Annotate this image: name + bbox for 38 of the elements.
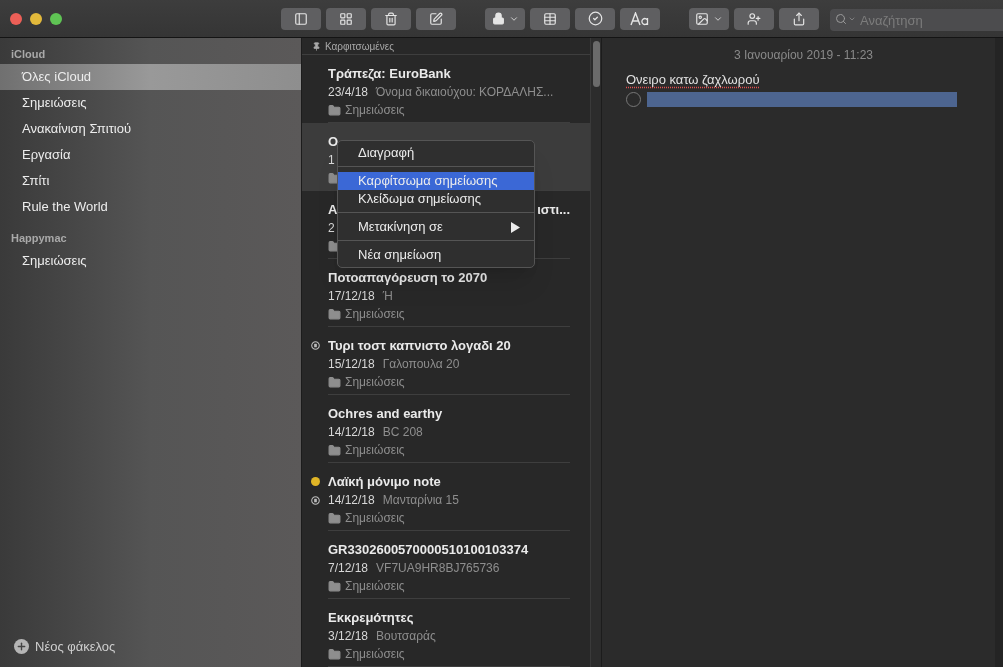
note-snippet: Ή	[382, 288, 393, 305]
note-title: GR3302600570000510100103374	[328, 540, 529, 559]
note-heading: Ονειρο κατω ζαχλωρού	[626, 71, 760, 89]
note-title: Ochres and earthy	[328, 404, 443, 423]
note-title: Ποτοαπαγόρευση το 2070	[328, 268, 488, 287]
folder-label: Σημειώσεις	[345, 102, 405, 119]
note-title: Λαϊκή μόνιμο note	[328, 472, 441, 491]
folder-label: Σημειώσεις	[345, 442, 405, 459]
note-date: 14/12/18	[328, 424, 375, 441]
note-title: Τράπεζα: EuroBank	[328, 64, 451, 83]
note-date: 17/12/18	[328, 288, 375, 305]
folder-label: Σημειώσεις	[345, 374, 405, 391]
note-snippet: Όνομα δικαιούχου: ΚΟΡΔΑΛΗΣ...	[376, 84, 554, 101]
folder-label: Σημειώσεις	[345, 510, 405, 527]
note-date: 15/12/18	[328, 356, 375, 373]
note-timestamp: 3 Ιανουαρίου 2019 - 11:23	[733, 47, 874, 64]
note-title: Ο	[328, 132, 339, 151]
note-snippet: Μανταρίνια 15	[382, 492, 459, 509]
note-date: 2	[328, 220, 335, 237]
note-date: 23/4/18	[328, 84, 369, 101]
folder-label: Σημειώσεις	[345, 646, 405, 663]
note-snippet: Βουτσαράς	[376, 628, 436, 645]
section-header: Happymac	[10, 230, 68, 246]
folder-label: Σημειώσεις	[345, 306, 405, 323]
folder-label: Σημειώσεις	[345, 578, 405, 595]
note-date: 1	[328, 152, 335, 169]
note-title: Τυρι τοστ καπνιστο λογαδι 20	[328, 336, 511, 355]
section-header: iCloud	[10, 46, 47, 62]
note-snippet: Γαλοπουλα 20	[382, 356, 460, 373]
note-snippet: BC 208	[382, 424, 423, 441]
note-date: 14/12/18	[328, 492, 375, 509]
note-date: 7/12/18	[328, 560, 369, 577]
note-snippet: VF7UA9HR8BJ765736	[376, 560, 500, 577]
note-title: Εκκρεμότητες	[328, 608, 414, 627]
note-title: ιστι...	[537, 200, 570, 219]
note-date: 3/12/18	[328, 628, 369, 645]
note-title: Α	[328, 200, 338, 219]
section-header: Καρφιτσωμένες	[325, 39, 394, 54]
